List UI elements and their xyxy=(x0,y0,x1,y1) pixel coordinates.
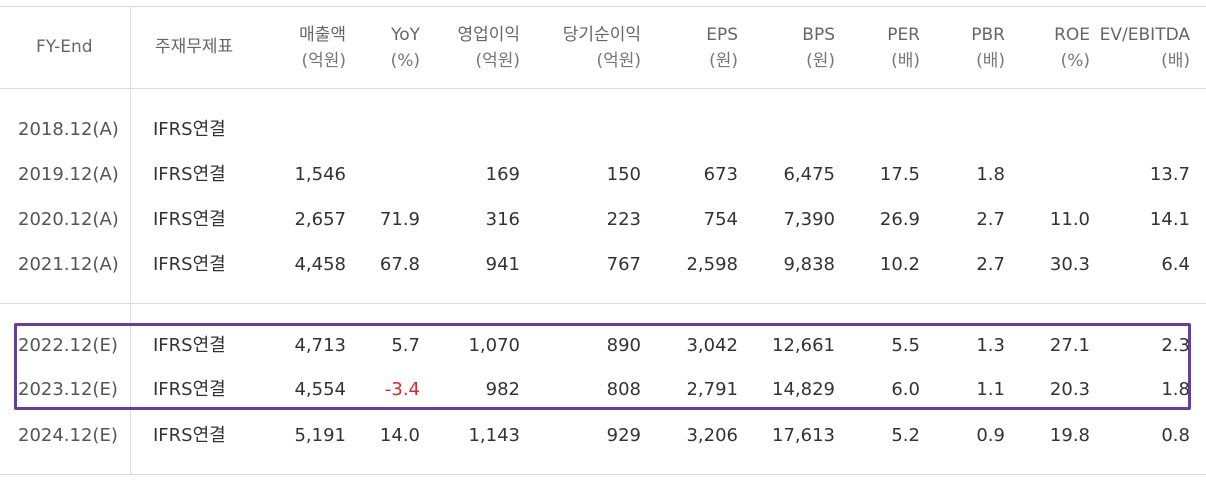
header-yoy: YoY (%) xyxy=(390,25,420,71)
eps-cell: 673 xyxy=(703,164,738,185)
revenue-cell: 5,191 xyxy=(294,425,346,446)
roe-cell: 11.0 xyxy=(1049,209,1090,230)
header-per: PER (배) xyxy=(887,25,920,71)
estimate-highlight-box xyxy=(14,323,1191,410)
header-eps: EPS (원) xyxy=(706,25,738,71)
per-cell: 26.9 xyxy=(879,209,920,230)
operating-profit-cell: 316 xyxy=(485,209,520,230)
header-statement-type: 주재무제표 xyxy=(155,37,234,57)
operating-profit-cell: 941 xyxy=(485,254,520,275)
yoy-cell: 14.0 xyxy=(379,425,420,446)
ev-ebitda-cell: 13.7 xyxy=(1149,164,1190,185)
table-row: 2021.12(A) IFRS연결 4,458 67.8 941 767 2,5… xyxy=(0,243,1206,287)
pbr-cell: 1.8 xyxy=(976,164,1005,185)
eps-cell: 754 xyxy=(703,209,738,230)
net-income-cell: 150 xyxy=(606,164,641,185)
eps-cell: 3,206 xyxy=(686,425,738,446)
table-row: 2019.12(A) IFRS연결 1,546 169 150 673 6,47… xyxy=(0,153,1206,197)
net-income-cell: 767 xyxy=(606,254,641,275)
table-top-border xyxy=(0,6,1206,7)
fy-end-cell: 2021.12(A) xyxy=(18,254,119,275)
per-cell: 10.2 xyxy=(879,254,920,275)
roe-cell: 19.8 xyxy=(1049,425,1090,446)
header-net-income: 당기순이익 (억원) xyxy=(562,25,641,71)
revenue-cell: 4,458 xyxy=(294,254,346,275)
bps-cell: 9,838 xyxy=(783,254,835,275)
operating-profit-cell: 169 xyxy=(485,164,520,185)
net-income-cell: 929 xyxy=(606,425,641,446)
header-ev-ebitda: EV/EBITDA (배) xyxy=(1099,25,1190,71)
statement-type-cell: IFRS연결 xyxy=(153,254,226,275)
table-row: 2020.12(A) IFRS연결 2,657 71.9 316 223 754… xyxy=(0,198,1206,242)
fy-end-cell: 2019.12(A) xyxy=(18,164,119,185)
group-divider xyxy=(0,303,1206,304)
operating-profit-cell: 1,143 xyxy=(468,425,520,446)
revenue-cell: 2,657 xyxy=(294,209,346,230)
statement-type-cell: IFRS연결 xyxy=(153,164,226,185)
statement-type-cell: IFRS연결 xyxy=(153,425,226,446)
roe-cell xyxy=(1020,153,1090,197)
yoy-cell: 67.8 xyxy=(379,254,420,275)
statement-type-cell: IFRS연결 xyxy=(153,209,226,230)
yoy-cell: 71.9 xyxy=(379,209,420,230)
header-fy-end: FY-End xyxy=(36,37,93,57)
header-operating-profit: 영업이익 (억원) xyxy=(457,25,520,71)
bps-cell: 7,390 xyxy=(783,209,835,230)
yoy-cell xyxy=(350,153,420,197)
fy-end-cell: 2020.12(A) xyxy=(18,209,119,230)
ev-ebitda-cell: 0.8 xyxy=(1161,425,1190,446)
pbr-cell: 2.7 xyxy=(976,254,1005,275)
table-row: 2024.12(E) IFRS연결 5,191 14.0 1,143 929 3… xyxy=(0,414,1206,458)
ev-ebitda-cell: 14.1 xyxy=(1149,209,1190,230)
fy-end-cell: 2024.12(E) xyxy=(18,425,118,446)
header-pbr: PBR (배) xyxy=(971,25,1005,71)
eps-cell: 2,598 xyxy=(686,254,738,275)
table-row: 2018.12(A) IFRS연결 xyxy=(0,108,1206,152)
net-income-cell: 223 xyxy=(606,209,641,230)
header-roe: ROE (%) xyxy=(1054,25,1090,71)
ev-ebitda-cell: 6.4 xyxy=(1161,254,1190,275)
pbr-cell: 2.7 xyxy=(976,209,1005,230)
financial-summary-table: FY-End 주재무제표 매출액 (억원) YoY (%) 영업이익 (억원) 당기순… xyxy=(0,0,1206,481)
header-bps: BPS (원) xyxy=(802,25,835,71)
per-cell: 17.5 xyxy=(879,164,920,185)
revenue-cell: 1,546 xyxy=(294,164,346,185)
pbr-cell: 0.9 xyxy=(976,425,1005,446)
per-cell: 5.2 xyxy=(891,425,920,446)
header-bottom-border xyxy=(0,88,1206,89)
table-bottom-border xyxy=(0,474,1206,475)
header-revenue: 매출액 (억원) xyxy=(299,25,346,71)
fy-end-cell: 2018.12(A) xyxy=(18,119,119,140)
bps-cell: 6,475 xyxy=(783,164,835,185)
statement-type-cell: IFRS연결 xyxy=(153,119,226,140)
roe-cell: 30.3 xyxy=(1049,254,1090,275)
bps-cell: 17,613 xyxy=(772,425,835,446)
